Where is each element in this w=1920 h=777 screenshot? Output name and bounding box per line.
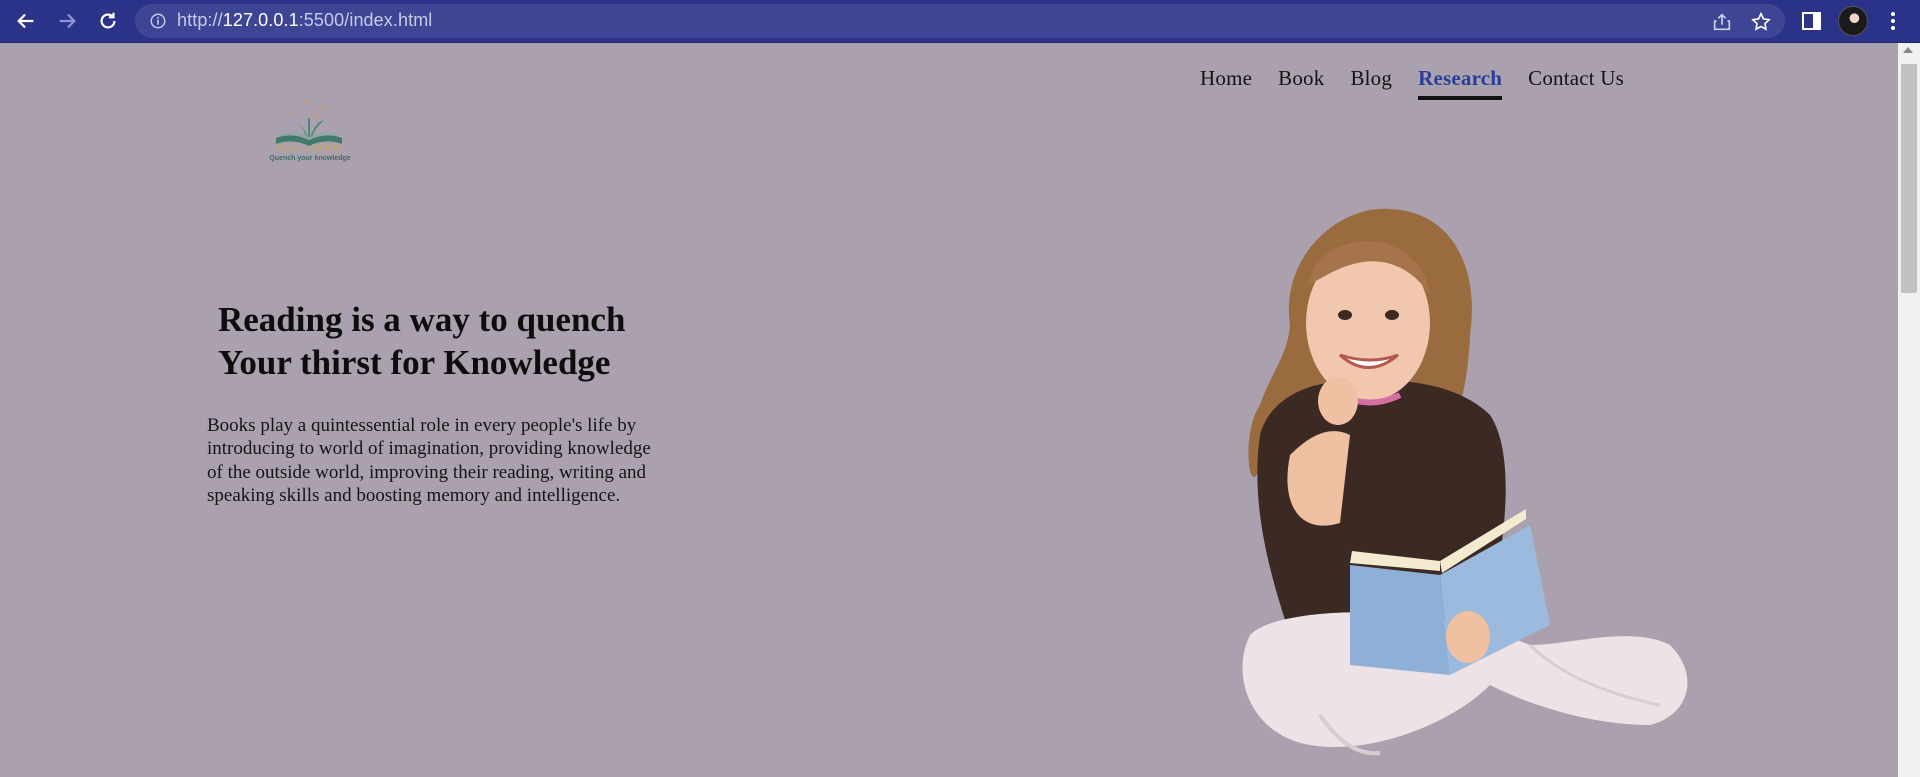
nav-link-research[interactable]: Research (1418, 66, 1503, 100)
hero-headline: Reading is a way to quench Your thirst f… (218, 298, 625, 384)
browser-toolbar: http://127.0.0.1:5500/index.html (0, 0, 1920, 43)
side-panel-icon[interactable] (1800, 9, 1824, 33)
forward-button[interactable] (52, 6, 82, 36)
scroll-up-arrow-icon[interactable] (1903, 47, 1913, 53)
arrow-right-icon (59, 13, 76, 29)
logo-name: Sonic e BOOK (276, 142, 344, 154)
reload-button[interactable] (93, 6, 123, 36)
info-icon[interactable] (149, 12, 167, 30)
hero-paragraph-line: Books play a quintessential role in ever… (207, 415, 637, 436)
nav-link-home[interactable]: Home (1200, 66, 1252, 91)
url-text[interactable]: http://127.0.0.1:5500/index.html (177, 10, 432, 31)
address-bar[interactable]: http://127.0.0.1:5500/index.html (135, 4, 1785, 38)
hero-headline-line1: Reading is a way to quench (218, 300, 626, 339)
reload-icon (100, 12, 116, 29)
page-scrollbar[interactable] (1898, 43, 1920, 777)
hero-paragraph: Books play a quintessential role in ever… (207, 414, 697, 507)
back-button[interactable] (11, 6, 41, 36)
hero-paragraph-line: speaking skills and boosting memory and … (207, 484, 621, 506)
profile-avatar[interactable] (1838, 6, 1868, 36)
nav-link-contact[interactable]: Contact Us (1528, 66, 1624, 91)
logo-tagline: Quench your knowledge (269, 155, 351, 162)
hero-paragraph-line: introducing to world of imagination, pro… (207, 438, 651, 460)
share-icon[interactable] (1711, 11, 1733, 33)
hero-image-girl-reading (1242, 208, 1688, 756)
arrow-left-icon (17, 13, 34, 29)
nav-link-book[interactable]: Book (1278, 66, 1324, 91)
bookmark-star-icon[interactable] (1750, 11, 1772, 33)
more-menu-icon[interactable] (1881, 9, 1905, 33)
scroll-thumb[interactable] (1901, 64, 1917, 293)
main-nav: Home Book Blog Research Contact Us (1200, 66, 1650, 100)
hero-headline-line2: Your thirst for Knowledge (218, 343, 611, 382)
nav-link-blog[interactable]: Blog (1350, 66, 1392, 91)
hero-paragraph-line: of the outside world, improving their re… (207, 461, 647, 483)
